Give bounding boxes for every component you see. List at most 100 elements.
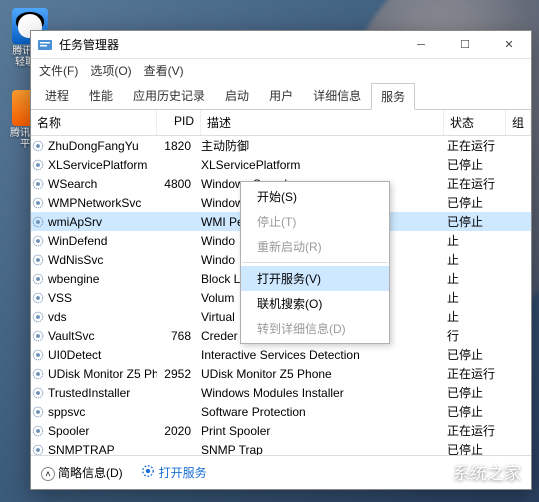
table-row[interactable]: XLServicePlatformXLServicePlatform已停止 xyxy=(31,155,531,174)
gear-icon xyxy=(31,310,45,324)
app-icon xyxy=(37,37,53,53)
service-status: 已停止 xyxy=(447,194,509,211)
service-status: 已停止 xyxy=(447,403,509,420)
context-menu: 开始(S)停止(T)重新启动(R) 打开服务(V)联机搜索(O)转到详细信息(D) xyxy=(240,181,390,344)
tab-processes[interactable]: 进程 xyxy=(35,82,79,109)
service-name: UDisk Monitor Z5 Phone xyxy=(48,367,157,381)
service-name: WMPNetworkSvc xyxy=(48,196,141,210)
service-name: wmiApSrv xyxy=(48,215,102,229)
gear-icon xyxy=(31,443,45,456)
service-name: SNMPTRAP xyxy=(48,443,115,456)
gear-icon xyxy=(31,158,45,172)
service-desc: 主动防御 xyxy=(201,137,447,154)
service-status: 已停止 xyxy=(447,441,509,455)
gear-icon xyxy=(31,234,45,248)
context-menu-item[interactable]: 联机搜索(O) xyxy=(241,291,389,316)
gear-icon xyxy=(31,272,45,286)
table-row[interactable]: UDisk Monitor Z5 Phone2952UDisk Monitor … xyxy=(31,364,531,383)
minimize-button[interactable]: ─ xyxy=(399,31,443,59)
service-status: 止 xyxy=(447,289,509,306)
service-pid: 4800 xyxy=(157,177,201,191)
tab-details[interactable]: 详细信息 xyxy=(303,82,371,109)
context-menu-item: 重新启动(R) xyxy=(241,234,389,259)
column-headers: 名称 PID 描述 状态 组 xyxy=(31,110,531,136)
maximize-button[interactable]: ☐ xyxy=(443,31,487,59)
services-icon xyxy=(141,464,155,481)
gear-icon xyxy=(31,291,45,305)
open-services-link[interactable]: 打开服务 xyxy=(141,464,207,481)
gear-icon xyxy=(31,253,45,267)
gear-icon xyxy=(31,215,45,229)
menu-options[interactable]: 选项(O) xyxy=(90,62,131,79)
watermark-icon xyxy=(425,461,447,483)
gear-icon xyxy=(31,424,45,438)
gear-icon xyxy=(31,177,45,191)
service-name: WdNisSvc xyxy=(48,253,103,267)
context-menu-item[interactable]: 开始(S) xyxy=(241,184,389,209)
chevron-up-icon: ˄ xyxy=(41,467,55,481)
gear-icon xyxy=(31,139,45,153)
service-name: WinDefend xyxy=(48,234,107,248)
context-menu-item[interactable]: 打开服务(V) xyxy=(241,266,389,291)
col-desc[interactable]: 描述 xyxy=(201,110,444,135)
service-status: 已停止 xyxy=(447,346,509,363)
gear-icon xyxy=(31,196,45,210)
service-status: 行 xyxy=(447,327,509,344)
menu-view[interactable]: 查看(V) xyxy=(144,62,184,79)
simple-info-toggle[interactable]: ˄简略信息(D) xyxy=(41,464,123,481)
service-pid: 2020 xyxy=(157,424,201,438)
service-name: WSearch xyxy=(48,177,97,191)
window-title: 任务管理器 xyxy=(59,36,399,53)
service-status: 止 xyxy=(447,232,509,249)
service-status: 止 xyxy=(447,308,509,325)
tab-performance[interactable]: 性能 xyxy=(79,82,123,109)
service-desc: UDisk Monitor Z5 Phone xyxy=(201,367,447,381)
gear-icon xyxy=(31,367,45,381)
gear-icon xyxy=(31,329,45,343)
table-row[interactable]: SNMPTRAP SNMP Trap已停止 xyxy=(31,440,531,455)
service-status: 止 xyxy=(447,270,509,287)
service-name: TrustedInstaller xyxy=(48,386,130,400)
service-name: wbengine xyxy=(48,272,99,286)
col-name[interactable]: 名称 xyxy=(31,110,157,135)
service-status: 正在运行 xyxy=(447,175,509,192)
context-menu-item: 停止(T) xyxy=(241,209,389,234)
titlebar: 任务管理器 ─ ☐ ✕ xyxy=(31,31,531,59)
tab-startup[interactable]: 启动 xyxy=(215,82,259,109)
col-pid[interactable]: PID xyxy=(157,110,201,135)
close-button[interactable]: ✕ xyxy=(487,31,531,59)
service-pid: 768 xyxy=(157,329,201,343)
service-name: XLServicePlatform xyxy=(48,158,147,172)
service-status: 正在运行 xyxy=(447,365,509,382)
service-status: 已停止 xyxy=(447,384,509,401)
service-status: 正在运行 xyxy=(447,422,509,439)
service-name: vds xyxy=(48,310,67,324)
table-row[interactable]: sppsvcSoftware Protection已停止 xyxy=(31,402,531,421)
service-status: 正在运行 xyxy=(447,137,509,154)
tabs: 进程 性能 应用历史记录 启动 用户 详细信息 服务 xyxy=(31,82,531,110)
gear-icon xyxy=(31,348,45,362)
service-desc: XLServicePlatform xyxy=(201,158,447,172)
col-status[interactable]: 状态 xyxy=(444,110,506,135)
service-name: sppsvc xyxy=(48,405,85,419)
service-pid: 2952 xyxy=(157,367,201,381)
service-name: VaultSvc xyxy=(48,329,94,343)
service-status: 已停止 xyxy=(447,213,509,230)
menu-file[interactable]: 文件(F) xyxy=(39,62,78,79)
service-status: 已停止 xyxy=(447,156,509,173)
context-menu-item: 转到详细信息(D) xyxy=(241,316,389,341)
service-pid: 1820 xyxy=(157,139,201,153)
watermark: 系统之家 xyxy=(425,459,521,484)
menubar: 文件(F) 选项(O) 查看(V) xyxy=(31,59,531,82)
table-row[interactable]: Spooler2020Print Spooler正在运行 xyxy=(31,421,531,440)
tab-apphistory[interactable]: 应用历史记录 xyxy=(123,82,215,109)
table-row[interactable]: UI0DetectInteractive Services Detection已… xyxy=(31,345,531,364)
col-group[interactable]: 组 xyxy=(506,110,531,135)
tab-services[interactable]: 服务 xyxy=(371,83,415,110)
tab-users[interactable]: 用户 xyxy=(259,82,303,109)
table-row[interactable]: ZhuDongFangYu 1820主动防御正在运行 xyxy=(31,136,531,155)
table-row[interactable]: TrustedInstallerWindows Modules Installe… xyxy=(31,383,531,402)
service-desc: SNMP Trap xyxy=(201,443,447,456)
service-name: ZhuDongFangYu xyxy=(48,139,139,153)
gear-icon xyxy=(31,405,45,419)
